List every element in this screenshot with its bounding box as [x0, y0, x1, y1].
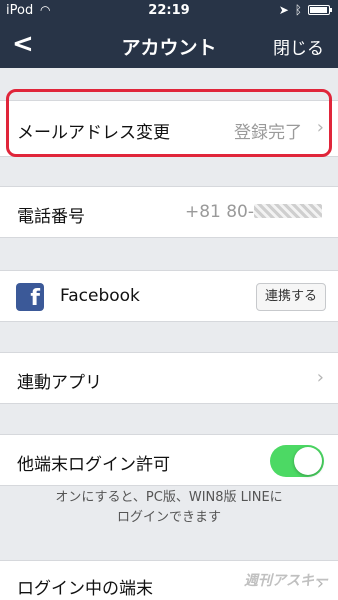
close-button[interactable]: 閉じる	[273, 34, 324, 59]
phone-number-prefix: +81 80-	[184, 202, 254, 222]
other-device-login-row: 他端末ログイン許可	[0, 434, 338, 486]
phone-number-row: 電話番号 +81 80-	[0, 186, 338, 238]
bluetooth-icon: ᛒ	[294, 3, 302, 17]
other-device-login-toggle[interactable]	[270, 445, 324, 477]
note-line-1: オンにすると、PC版、WIN8版 LINEに	[55, 490, 283, 505]
email-status-value: 登録完了	[234, 123, 302, 143]
email-change-row[interactable]: メールアドレス変更 登録完了 ›	[0, 100, 338, 157]
nav-bar: < アカウント 閉じる	[0, 22, 338, 68]
linked-apps-row[interactable]: 連動アプリ ›	[0, 352, 338, 404]
masked-phone-digits	[254, 204, 322, 218]
facebook-icon: f	[16, 283, 44, 311]
facebook-label: Facebook	[60, 286, 140, 306]
status-bar: iPod ◠ 22:19 ➤ ᛒ	[0, 0, 338, 22]
watermark-logo: 週刊アスキー	[244, 573, 328, 589]
chevron-right-icon: ›	[316, 117, 324, 138]
logged-in-devices-label: ログイン中の端末	[17, 579, 153, 599]
status-right-icons: ➤ ᛒ	[278, 3, 332, 17]
note-line-2: ログインできます	[116, 510, 221, 525]
facebook-row: f Facebook 連携する	[0, 270, 338, 322]
facebook-link-button[interactable]: 連携する	[256, 283, 326, 311]
other-device-login-label: 他端末ログイン許可	[17, 455, 170, 475]
location-icon: ➤	[278, 3, 289, 17]
phone-number-label: 電話番号	[17, 207, 85, 227]
chevron-right-icon: ›	[316, 367, 324, 388]
email-change-label: メールアドレス変更	[17, 123, 170, 143]
battery-icon	[308, 5, 332, 15]
linked-apps-label: 連動アプリ	[17, 373, 102, 393]
other-device-login-note: オンにすると、PC版、WIN8版 LINEに ログインできます	[20, 488, 318, 528]
toggle-knob	[294, 447, 322, 475]
phone-number-value: +81 80-	[185, 202, 322, 222]
